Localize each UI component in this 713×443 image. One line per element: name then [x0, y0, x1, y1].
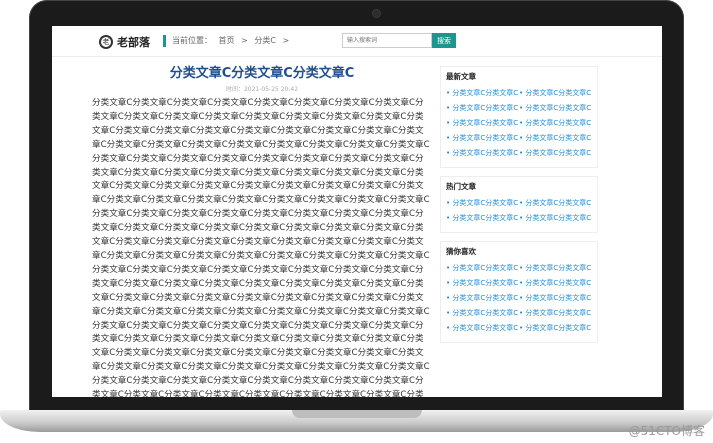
sidebar-link[interactable]: 分类文章C分类文章C — [446, 196, 519, 211]
sidebar-link[interactable]: 分类文章C分类文章C — [446, 211, 519, 226]
screen: 老 老部落 当前位置： 首页 > 分类C > 搜索 分类文章C分类文章C分类文章… — [52, 26, 662, 397]
sidebar-link[interactable]: 分类文章C分类文章C — [446, 306, 519, 321]
sidebar-link[interactable]: 分类文章C分类文章C — [519, 306, 592, 321]
sidebar-link[interactable]: 分类文章C分类文章C — [519, 276, 592, 291]
logo-text: 老部落 — [117, 36, 150, 49]
sidebar-link[interactable]: 分类文章C分类文章C — [446, 261, 519, 276]
sidebar-link[interactable]: 分类文章C分类文章C — [446, 131, 519, 146]
sidebar-link[interactable]: 分类文章C分类文章C — [519, 196, 592, 211]
sidebar-link[interactable]: 分类文章C分类文章C — [519, 261, 592, 276]
sidebar-link[interactable]: 分类文章C分类文章C — [446, 321, 519, 336]
breadcrumb-home[interactable]: 首页 — [219, 36, 235, 45]
sidebar-link[interactable]: 分类文章C分类文章C — [519, 211, 592, 226]
sidebar-link[interactable]: 分类文章C分类文章C — [519, 101, 592, 116]
search-input[interactable] — [342, 33, 432, 48]
sidebar-link[interactable]: 分类文章C分类文章C — [519, 116, 592, 131]
laptop-notch — [292, 410, 422, 418]
camera-icon — [373, 10, 380, 17]
breadcrumb-category[interactable]: 分类C — [254, 36, 276, 45]
sidebar-link[interactable]: 分类文章C分类文章C — [446, 86, 519, 101]
sidebar-link[interactable]: 分类文章C分类文章C — [446, 146, 519, 161]
sidebar-link[interactable]: 分类文章C分类文章C — [446, 291, 519, 306]
sidebar-link[interactable]: 分类文章C分类文章C — [519, 321, 592, 336]
article-title: 分类文章C分类文章C分类文章C — [169, 66, 355, 81]
guess-list: 分类文章C分类文章C分类文章C分类文章C分类文章C分类文章C分类文章C分类文章C… — [446, 261, 592, 336]
article: 分类文章C分类文章C分类文章C 时间：2021-05-25 20:42 分类文章… — [92, 62, 432, 397]
breadcrumb-sep: > — [282, 36, 290, 45]
logo[interactable]: 老 老部落 — [99, 34, 150, 50]
sidebar-link[interactable]: 分类文章C分类文章C — [519, 291, 592, 306]
logo-icon: 老 — [99, 35, 113, 49]
widget-title: 最新文章 — [446, 72, 476, 81]
sidebar-link[interactable]: 分类文章C分类文章C — [519, 131, 592, 146]
sidebar-link[interactable]: 分类文章C分类文章C — [446, 101, 519, 116]
search-button[interactable]: 搜索 — [432, 33, 456, 48]
sidebar-link[interactable]: 分类文章C分类文章C — [446, 276, 519, 291]
breadcrumb: 当前位置： 首页 > 分类C > — [163, 35, 293, 47]
article-body: 分类文章C分类文章C分类文章C分类文章C分类文章C分类文章C分类文章C分类文章C… — [92, 98, 430, 397]
latest-list: 分类文章C分类文章C分类文章C分类文章C分类文章C分类文章C分类文章C分类文章C… — [446, 86, 592, 161]
breadcrumb-sep: > — [241, 36, 248, 45]
hot-list: 分类文章C分类文章C分类文章C分类文章C分类文章C分类文章C分类文章C分类文章C — [446, 196, 592, 226]
sidebar-link[interactable]: 分类文章C分类文章C — [519, 146, 592, 161]
sidebar-link[interactable]: 分类文章C分类文章C — [519, 86, 592, 101]
watermark: @51CTO博客 — [628, 424, 705, 438]
widget-hot: 热门文章 分类文章C分类文章C分类文章C分类文章C分类文章C分类文章C分类文章C… — [440, 176, 598, 233]
widget-title: 猜你喜欢 — [446, 247, 476, 256]
sidebar: 最新文章 分类文章C分类文章C分类文章C分类文章C分类文章C分类文章C分类文章C… — [440, 66, 598, 351]
article-meta: 时间：2021-05-25 20:42 — [225, 86, 299, 93]
sidebar-link[interactable]: 分类文章C分类文章C — [446, 116, 519, 131]
widget-latest: 最新文章 分类文章C分类文章C分类文章C分类文章C分类文章C分类文章C分类文章C… — [440, 66, 598, 168]
breadcrumb-label: 当前位置： — [172, 36, 212, 45]
search-bar: 搜索 — [342, 33, 456, 48]
site-header: 老 老部落 当前位置： 首页 > 分类C > 搜索 — [52, 26, 662, 57]
widget-title: 热门文章 — [446, 182, 476, 191]
widget-guess: 猜你喜欢 分类文章C分类文章C分类文章C分类文章C分类文章C分类文章C分类文章C… — [440, 241, 598, 343]
